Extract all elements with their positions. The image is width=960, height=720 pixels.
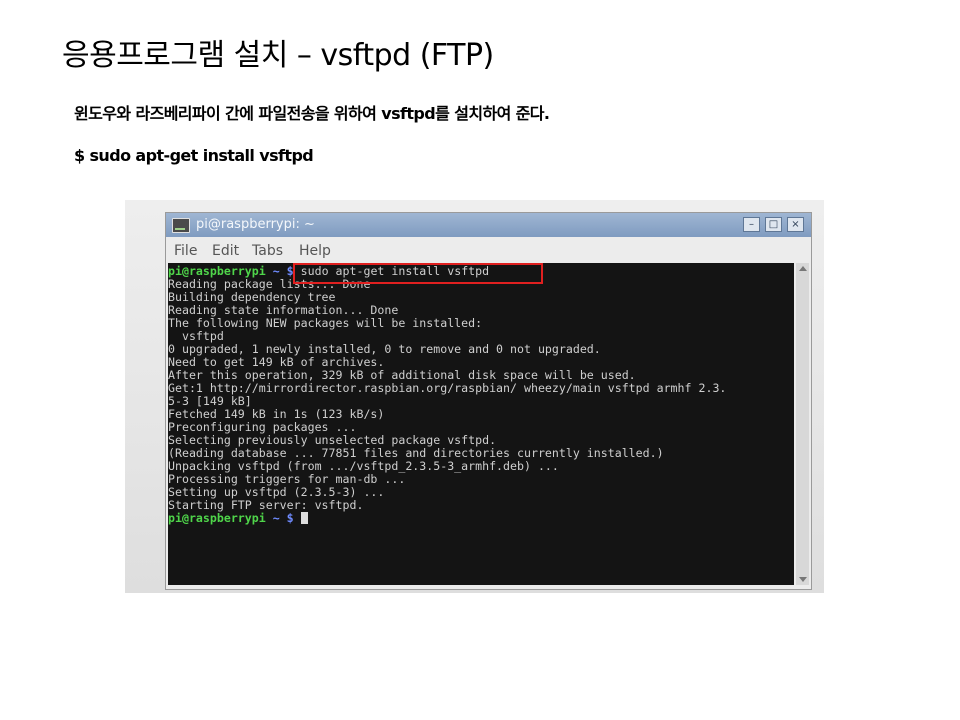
scroll-down-arrow-icon[interactable] [799, 577, 807, 582]
terminal-final-prompt: pi@raspberrypi ~ $ [168, 512, 308, 525]
menu-bar: File Edit Tabs Help [166, 238, 811, 262]
menu-help[interactable]: Help [299, 243, 331, 259]
install-command-text: $ sudo apt-get install vsftpd [74, 146, 314, 165]
terminal-scrollbar[interactable] [796, 263, 809, 585]
slide-description: 윈도우와 라즈베리파이 간에 파일전송을 위하여 vsftpd를 설치하여 준다… [74, 104, 550, 123]
terminal-screenshot-photo: pi@raspberrypi: ~ – □ × File Edit Tabs H… [125, 200, 824, 593]
menu-edit[interactable]: Edit [212, 243, 239, 259]
terminal-cursor [300, 512, 308, 524]
scroll-up-arrow-icon[interactable] [799, 266, 807, 271]
menu-tabs[interactable]: Tabs [252, 243, 283, 259]
terminal-app-icon [172, 218, 190, 233]
prompt-path: ~ $ [272, 264, 294, 278]
prompt-user: pi@raspberrypi [168, 264, 266, 278]
command-highlight-box [293, 263, 543, 284]
window-title: pi@raspberrypi: ~ [196, 217, 315, 232]
window-titlebar[interactable]: pi@raspberrypi: ~ – □ × [166, 213, 811, 237]
maximize-button[interactable]: □ [765, 217, 782, 232]
minimize-button[interactable]: – [743, 217, 760, 232]
prompt-path: ~ $ [272, 511, 294, 525]
close-button[interactable]: × [787, 217, 804, 232]
slide-title: 응용프로그램 설치 – vsftpd (FTP) [62, 38, 494, 73]
menu-file[interactable]: File [174, 243, 197, 259]
terminal-window: pi@raspberrypi: ~ – □ × File Edit Tabs H… [165, 212, 812, 590]
terminal-output[interactable]: pi@raspberrypi ~ $ sudo apt-get install … [168, 263, 794, 585]
prompt-user: pi@raspberrypi [168, 511, 266, 525]
